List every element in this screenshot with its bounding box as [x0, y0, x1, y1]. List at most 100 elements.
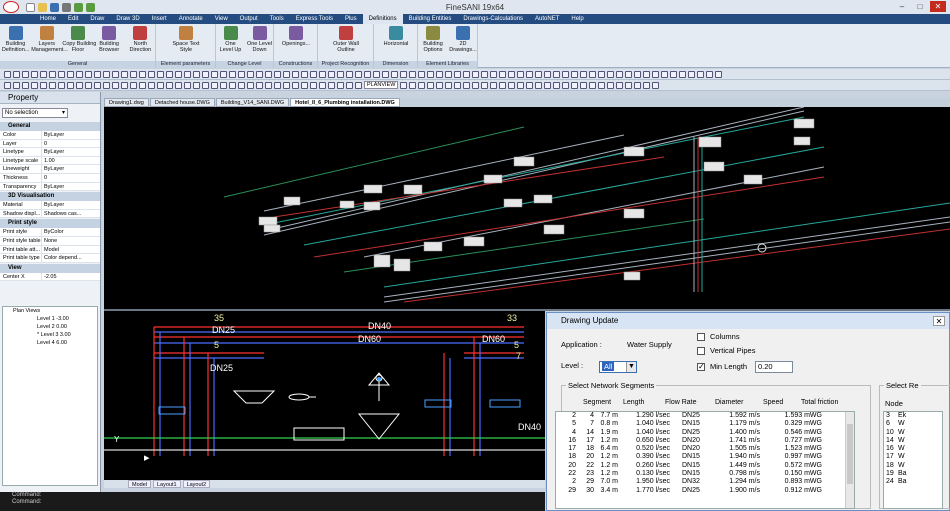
toolbar-tool-icon[interactable] — [427, 70, 434, 78]
toolbar-tool-icon[interactable] — [94, 81, 101, 89]
toolbar-tool-icon[interactable] — [85, 81, 92, 89]
ribbon-button-building-options[interactable]: Building Options — [418, 26, 448, 53]
node-row[interactable]: 6W — [884, 420, 942, 428]
toolbar-tool-icon[interactable] — [427, 81, 435, 89]
ribbon-button-openings[interactable]: Openings... — [274, 26, 318, 47]
toolbar-tool-icon[interactable] — [184, 70, 191, 78]
toolbar-tool-icon[interactable] — [319, 70, 326, 78]
dialog-close-button[interactable]: ✕ — [933, 316, 945, 326]
property-row-linetype-scale[interactable]: Linetype scale 1.00 — [0, 156, 100, 166]
cad-3d-viewport[interactable] — [104, 107, 950, 310]
toolbar-tool-icon[interactable] — [274, 81, 281, 89]
toolbar-tool-icon[interactable] — [616, 70, 623, 78]
toolbar-tool-icon[interactable] — [76, 70, 83, 78]
property-row-print-style[interactable]: Print style ByColor — [0, 228, 100, 237]
toolbar-tool-icon[interactable] — [589, 81, 597, 89]
toolbar-tool-icon[interactable] — [445, 81, 453, 89]
command-line[interactable]: Command: Command: — [0, 492, 545, 511]
toolbar-tool-icon[interactable] — [364, 70, 371, 78]
toolbar-tool-icon[interactable] — [391, 70, 398, 78]
nodes-list[interactable]: 3 Ek 6 W 10 W 14 W 16 W 17 W 18 W 19 Ba 24 Ba — [883, 411, 943, 509]
toolbar-tool-icon[interactable] — [355, 70, 362, 78]
toolbar-tool-icon[interactable] — [634, 70, 641, 78]
plan-view-item[interactable]: * Level 3 3.00 — [3, 331, 97, 339]
node-row[interactable]: 18 W — [884, 462, 942, 470]
toolbar-tool-icon[interactable] — [535, 81, 543, 89]
toolbar-tool-icon[interactable] — [589, 70, 596, 78]
node-row[interactable]: 24 Ba — [884, 478, 942, 486]
node-row[interactable]: 14 W — [884, 437, 942, 445]
toolbar-tool-icon[interactable] — [76, 81, 83, 89]
menu-drawings-calculations[interactable]: Drawings-Calculations — [457, 14, 529, 24]
toolbar-tool-icon[interactable] — [211, 81, 218, 89]
toolbar-tool-icon[interactable] — [346, 81, 353, 89]
segment-row[interactable]: 22 23 1.2 m 0.130 l/sec DN15 0.798 m/s 0.150 m… — [556, 470, 854, 478]
menu-autonet[interactable]: AutoNET — [529, 14, 565, 24]
toolbar-tool-icon[interactable] — [616, 81, 624, 89]
toolbar-tool-icon[interactable] — [400, 70, 407, 78]
toolbar-tool-icon[interactable] — [166, 81, 173, 89]
toolbar-tool-icon[interactable] — [670, 70, 677, 78]
toolbar-tool-icon[interactable] — [94, 70, 101, 78]
toolbar-tool-icon[interactable] — [229, 70, 236, 78]
redo-icon[interactable] — [86, 2, 95, 12]
toolbar-tool-icon[interactable] — [544, 70, 551, 78]
toolbar-tool-icon[interactable] — [310, 81, 317, 89]
property-row-print-table-type[interactable]: Print table type Color depend... — [0, 254, 100, 263]
toolbar-tool-icon[interactable] — [184, 81, 191, 89]
toolbar-tool-icon[interactable] — [175, 81, 182, 89]
segment-header-segment[interactable]: Segment — [583, 399, 611, 406]
columns-checkbox[interactable] — [697, 333, 705, 341]
segment-header-diameter[interactable]: Diameter — [715, 399, 743, 406]
node-row[interactable]: 19 Ba — [884, 470, 942, 478]
vertical-pipes-checkbox[interactable] — [697, 347, 705, 355]
toolbar-tool-icon[interactable] — [310, 70, 317, 78]
toolbar-tool-icon[interactable] — [238, 81, 245, 89]
toolbar-tool-icon[interactable] — [67, 70, 74, 78]
menu-help[interactable]: Help — [565, 14, 589, 24]
toolbar-tool-icon[interactable] — [157, 70, 164, 78]
property-row-thickness[interactable]: Thickness 0 — [0, 173, 100, 183]
toolbar-tool-icon[interactable] — [22, 81, 29, 89]
toolbar-tool-icon[interactable] — [130, 81, 137, 89]
toolbar-tool-icon[interactable] — [256, 70, 263, 78]
menu-home[interactable]: Home — [34, 14, 62, 24]
toolbar-tool-icon[interactable] — [13, 81, 20, 89]
segment-row[interactable]: 20 22 1.2 m 0.260 l/sec DN15 1.449 m/s 0.572 m… — [556, 462, 854, 470]
property-section-3d-visualisation[interactable]: 3D Visualisation — [0, 192, 100, 202]
toolbar-tool-icon[interactable] — [715, 70, 722, 78]
toolbar-tool-icon[interactable] — [562, 81, 570, 89]
level-dropdown[interactable]: All ▼ — [599, 361, 637, 373]
toolbar-tool-icon[interactable] — [517, 70, 524, 78]
menu-edit[interactable]: Edit — [62, 14, 84, 24]
open-icon[interactable] — [38, 2, 47, 12]
toolbar-tool-icon[interactable] — [562, 70, 569, 78]
menu-express-tools[interactable]: Express Tools — [290, 14, 339, 24]
toolbar-tool-icon[interactable] — [490, 70, 497, 78]
menu-definitions[interactable]: Definitions — [362, 14, 403, 24]
toolbar-tool-icon[interactable] — [436, 81, 444, 89]
property-row-material[interactable]: Material ByLayer — [0, 201, 100, 210]
toolbar-tool-icon[interactable] — [355, 81, 362, 89]
selection-dropdown[interactable]: No selection ▾ — [2, 108, 68, 118]
menu-draw[interactable]: Draw — [84, 14, 110, 24]
segments-scrollbar[interactable] — [845, 412, 854, 508]
toolbar-tool-icon[interactable] — [130, 70, 137, 78]
toolbar-tool-icon[interactable] — [598, 70, 605, 78]
toolbar-tool-icon[interactable] — [688, 70, 695, 78]
ribbon-button-building-browser[interactable]: Building Browser — [94, 26, 125, 53]
segment-row[interactable]: 18 20 1.2 m 0.390 l/sec DN15 1.940 m/s 0.997 m… — [556, 453, 854, 461]
toolbar-tool-icon[interactable] — [598, 81, 606, 89]
toolbar-tool-icon[interactable] — [481, 81, 489, 89]
save-icon[interactable] — [50, 2, 59, 12]
toolbar-tool-icon[interactable] — [580, 70, 587, 78]
toolbar-tool-icon[interactable] — [634, 81, 642, 89]
toolbar-tool-icon[interactable] — [58, 70, 65, 78]
ribbon-button-one-level-up[interactable]: One Level Up — [216, 26, 245, 53]
toolbar-tool-icon[interactable] — [103, 81, 110, 89]
segment-header-flow-rate[interactable]: Flow Rate — [665, 399, 697, 406]
toolbar-tool-icon[interactable] — [517, 81, 525, 89]
doc-tab[interactable]: Detached house.DWG — [149, 98, 215, 107]
ribbon-button-building-definition[interactable]: Building Definition... — [0, 26, 31, 53]
toolbar-tool-icon[interactable] — [58, 81, 65, 89]
